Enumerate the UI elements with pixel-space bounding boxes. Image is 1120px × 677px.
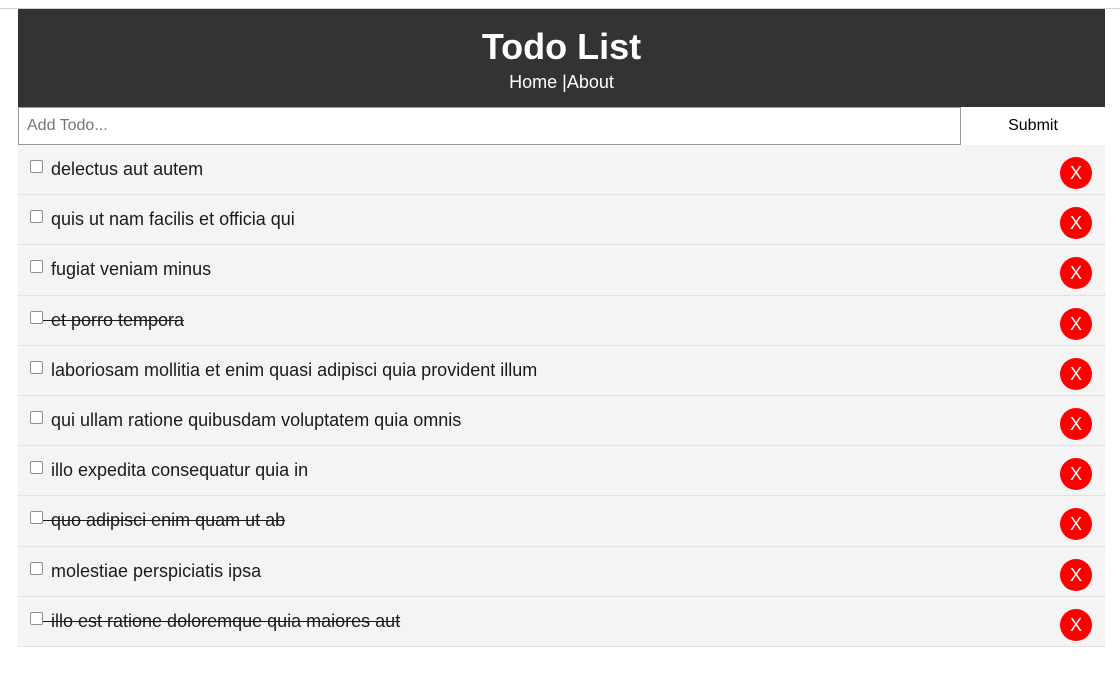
delete-todo-button[interactable]: X xyxy=(1060,157,1092,189)
delete-todo-button[interactable]: X xyxy=(1060,458,1092,491)
todo-title: illo expedita consequatur quia in xyxy=(51,460,309,481)
page-title: Todo List xyxy=(481,26,642,67)
todo-item: illo est ratione doloremque quia maiores… xyxy=(18,596,1105,647)
todo-item: molestiae perspiciatis ipsa X xyxy=(18,546,1105,597)
todo-item: qui ullam ratione quibusdam voluptatem q… xyxy=(18,395,1105,447)
todo-item: quis ut nam facilis et officia qui X xyxy=(18,195,1105,246)
nav-separator: | xyxy=(557,72,567,92)
delete-todo-button[interactable]: X xyxy=(1060,608,1092,641)
todo-list: delectus aut autem X quis ut nam facilis… xyxy=(18,145,1105,647)
app-header: Todo List Home |About xyxy=(18,9,1105,107)
todo-checkbox[interactable] xyxy=(30,611,43,625)
todo-title: molestiae perspiciatis ipsa xyxy=(51,560,262,581)
add-todo-form: Submit xyxy=(18,107,1105,145)
nav-about-link[interactable]: About xyxy=(567,72,614,92)
todo-item: quo adipisci enim quam ut ab X xyxy=(18,496,1105,547)
todo-title: quo adipisci enim quam ut ab xyxy=(42,510,286,531)
delete-todo-button[interactable]: X xyxy=(1060,307,1092,340)
todo-title: fugiat veniam minus xyxy=(51,259,212,280)
add-todo-input[interactable] xyxy=(18,107,961,145)
delete-todo-button[interactable]: X xyxy=(1060,207,1092,240)
todo-checkbox[interactable] xyxy=(30,511,43,525)
todo-checkbox[interactable] xyxy=(30,360,43,374)
delete-todo-button[interactable]: X xyxy=(1060,407,1092,440)
todo-title: et porro tempora xyxy=(42,309,185,330)
todo-checkbox[interactable] xyxy=(30,260,43,274)
todo-title: illo est ratione doloremque quia maiores… xyxy=(42,610,401,631)
delete-todo-button[interactable]: X xyxy=(1060,508,1092,541)
todo-app: Todo List Home |About Submit delectus au… xyxy=(18,9,1105,647)
todo-title: delectus aut autem xyxy=(51,159,204,179)
todo-checkbox[interactable] xyxy=(30,410,43,424)
todo-item: illo expedita consequatur quia in X xyxy=(18,446,1105,497)
todo-title: quis ut nam facilis et officia qui xyxy=(51,209,295,230)
todo-checkbox[interactable] xyxy=(30,210,43,224)
todo-title: laboriosam mollitia et enim quasi adipis… xyxy=(51,359,538,380)
todo-checkbox[interactable] xyxy=(30,160,43,173)
todo-title: qui ullam ratione quibusdam voluptatem q… xyxy=(51,409,462,430)
todo-item: laboriosam mollitia et enim quasi adipis… xyxy=(18,345,1105,396)
delete-todo-button[interactable]: X xyxy=(1060,257,1092,290)
todo-item: et porro tempora X xyxy=(18,295,1105,346)
todo-checkbox[interactable] xyxy=(30,561,43,575)
delete-todo-button[interactable]: X xyxy=(1060,558,1092,591)
submit-button[interactable]: Submit xyxy=(961,107,1105,145)
todo-checkbox[interactable] xyxy=(30,310,43,324)
todo-item: delectus aut autem X xyxy=(18,145,1105,196)
todo-checkbox[interactable] xyxy=(30,461,43,475)
delete-todo-button[interactable]: X xyxy=(1060,357,1092,390)
nav-links: Home |About xyxy=(18,70,1105,94)
todo-item: fugiat veniam minus X xyxy=(18,245,1105,296)
nav-home-link[interactable]: Home xyxy=(509,72,557,92)
